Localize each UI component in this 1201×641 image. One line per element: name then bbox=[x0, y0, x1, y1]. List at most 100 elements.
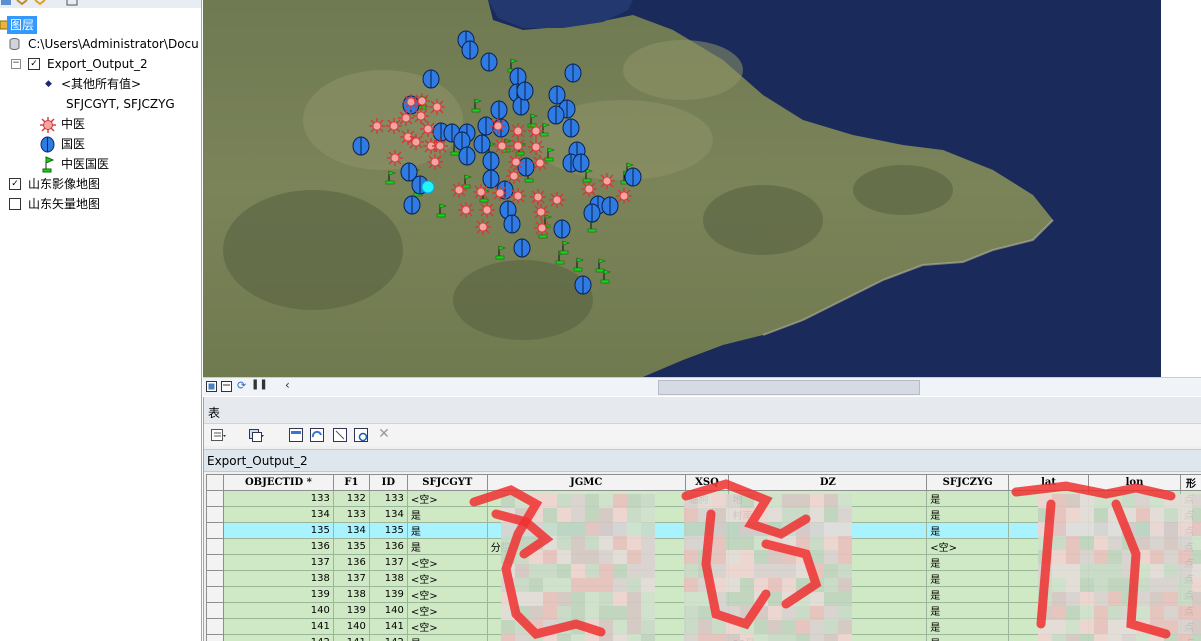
map-circle-marker bbox=[422, 69, 440, 89]
layer-name: 山东矢量地图 bbox=[28, 197, 101, 211]
zoom-to-selected-icon[interactable] bbox=[353, 427, 369, 443]
map-circle-marker bbox=[458, 146, 476, 166]
scroll-left-icon[interactable]: ‹ bbox=[285, 378, 290, 392]
table-of-contents-panel: 图层 C:\Users\Administrator\Docu − ✓ Expor… bbox=[0, 0, 202, 641]
map-star-marker bbox=[429, 99, 445, 115]
map-star-marker bbox=[387, 150, 403, 166]
map-circle-marker bbox=[562, 118, 580, 138]
map-navigation-bar: ⟳ ❚❚ ‹ bbox=[203, 377, 1201, 396]
legend-label: 国医 bbox=[61, 137, 86, 151]
map-margin bbox=[1161, 0, 1201, 377]
map-circle-marker bbox=[461, 40, 479, 60]
layer-name: 山东影像地图 bbox=[28, 177, 101, 191]
map-circle-marker bbox=[513, 238, 531, 258]
other-values-label: <其他所有值> bbox=[61, 77, 142, 91]
map-circle-marker bbox=[480, 52, 498, 72]
map-star-marker bbox=[490, 118, 506, 134]
blue-circle-icon bbox=[40, 136, 55, 153]
map-star-marker bbox=[432, 138, 448, 154]
map-circle-marker bbox=[352, 136, 370, 156]
satellite-basemap bbox=[203, 0, 1161, 377]
map-circle-marker bbox=[403, 195, 421, 215]
table-toolbar: ✕ bbox=[204, 424, 1201, 446]
related-tables-icon[interactable] bbox=[248, 427, 264, 443]
map-star-marker bbox=[510, 123, 526, 139]
map-star-marker bbox=[510, 138, 526, 154]
map-star-marker bbox=[479, 202, 495, 218]
map-star-marker bbox=[616, 188, 632, 204]
map-star-marker bbox=[532, 155, 548, 171]
table-options-icon[interactable] bbox=[210, 427, 226, 443]
map-circle-marker bbox=[624, 167, 642, 187]
table-window-title: 表 bbox=[208, 406, 221, 420]
map-star-marker bbox=[533, 204, 549, 220]
layer-name: Export_Output_2 bbox=[47, 57, 148, 71]
map-star-marker bbox=[475, 219, 491, 235]
layer-visibility-checkbox[interactable]: ✓ bbox=[28, 58, 40, 70]
map-circle-marker bbox=[553, 219, 571, 239]
table-titlebar: 表 bbox=[204, 397, 1201, 424]
select-by-attributes-icon[interactable] bbox=[288, 427, 304, 443]
map-star-marker bbox=[508, 154, 524, 170]
map-star-marker bbox=[534, 220, 550, 236]
map-star-marker bbox=[427, 154, 443, 170]
map-circle-marker bbox=[601, 196, 619, 216]
map-star-marker bbox=[386, 118, 402, 134]
green-flag-icon bbox=[42, 156, 55, 173]
map-star-marker bbox=[451, 182, 467, 198]
fields-label: SFJCGYT, SFJCZYG bbox=[66, 97, 175, 111]
delete-selected-icon[interactable]: ✕ bbox=[376, 426, 392, 442]
list-by-source-icon[interactable] bbox=[16, 0, 28, 6]
small-diamond-icon: ◆ bbox=[45, 79, 52, 89]
pause-drawing-icon[interactable]: ❚❚ bbox=[251, 379, 268, 390]
map-star-marker bbox=[408, 134, 424, 150]
map-star-marker bbox=[528, 123, 544, 139]
map-star-marker bbox=[581, 181, 597, 197]
redaction-overlay bbox=[469, 479, 1201, 641]
map-star-marker bbox=[599, 173, 615, 189]
map-star-marker bbox=[458, 202, 474, 218]
map-star-marker bbox=[420, 121, 436, 137]
layer-visibility-checkbox[interactable] bbox=[9, 198, 21, 210]
table-layer-tab-label: Export_Output_2 bbox=[207, 454, 308, 468]
toc-toolbar bbox=[0, 0, 201, 8]
map-star-marker bbox=[494, 138, 510, 154]
map-circle-marker bbox=[574, 275, 592, 295]
map-star-marker bbox=[413, 108, 429, 124]
clear-selection-icon[interactable] bbox=[332, 427, 348, 443]
map-star-marker bbox=[492, 185, 508, 201]
map-circle-marker bbox=[482, 151, 500, 171]
layers-root-label: 图层 bbox=[7, 16, 38, 34]
map-circle-marker bbox=[503, 214, 521, 234]
switch-selection-icon[interactable] bbox=[309, 427, 325, 443]
attribute-grid[interactable]: OBJECTID * F1 ID SFJCGYT JGMC XSQ DZ SFJ… bbox=[206, 474, 1201, 641]
map-star-marker bbox=[510, 188, 526, 204]
map-circle-marker bbox=[490, 100, 508, 120]
horizontal-scrollbar-thumb[interactable] bbox=[658, 380, 920, 395]
legend-label: 中医 bbox=[61, 117, 86, 131]
options-icon[interactable] bbox=[66, 0, 78, 6]
map-star-marker bbox=[549, 192, 565, 208]
list-by-visibility-icon[interactable] bbox=[34, 0, 46, 6]
table-layer-tab[interactable]: Export_Output_2 bbox=[204, 449, 1201, 472]
map-circle-marker bbox=[547, 105, 565, 125]
map-circle-marker bbox=[482, 169, 500, 189]
map-star-marker bbox=[473, 184, 489, 200]
map-view[interactable] bbox=[203, 0, 1161, 377]
refresh-icon[interactable]: ⟳ bbox=[237, 379, 246, 392]
legend-label: 中医国医 bbox=[61, 157, 110, 171]
map-star-marker bbox=[398, 110, 414, 126]
layer-export-output-2[interactable]: − ✓ Export_Output_2 bbox=[0, 55, 201, 73]
map-star-marker bbox=[414, 93, 430, 109]
attribute-table-window: 表 ✕ Export_Output_2 OBJECTID * F1 ID SFJ… bbox=[203, 397, 1201, 641]
map-circle-marker bbox=[564, 63, 582, 83]
list-by-drawing-order-icon[interactable] bbox=[0, 0, 12, 6]
layout-view-icon[interactable] bbox=[221, 381, 232, 392]
map-star-marker bbox=[530, 189, 546, 205]
data-view-icon[interactable] bbox=[206, 381, 217, 392]
layer-visibility-checkbox[interactable]: ✓ bbox=[9, 178, 21, 190]
map-circle-marker bbox=[572, 153, 590, 173]
data-source-path-label: C:\Users\Administrator\Docu bbox=[28, 37, 199, 51]
collapse-toggle[interactable]: − bbox=[11, 59, 21, 69]
map-star-marker bbox=[506, 168, 522, 184]
